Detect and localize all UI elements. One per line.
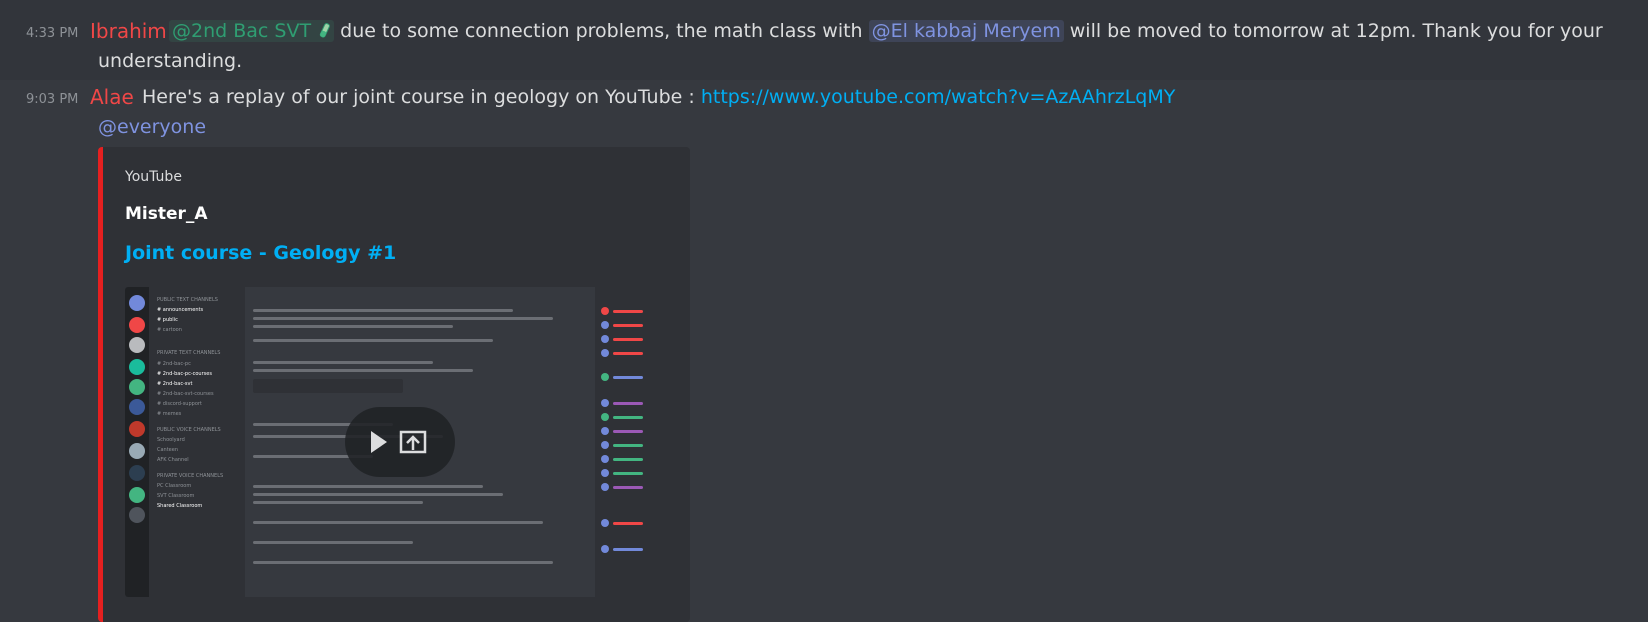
thumb-server-list xyxy=(125,287,149,597)
message-text: Here's a replay of our joint course in g… xyxy=(142,86,695,108)
youtube-embed: YouTube Mister_A Joint course - Geology … xyxy=(98,147,690,622)
embed-provider[interactable]: YouTube xyxy=(125,169,182,185)
message-content: @2nd Bac SVT due to some connection prob… xyxy=(169,20,1603,42)
play-icon[interactable] xyxy=(369,429,389,459)
role-mention[interactable]: @2nd Bac SVT xyxy=(169,20,335,42)
message-text-line2: understanding. xyxy=(98,50,243,72)
thumb-member-list xyxy=(595,287,668,597)
message-alae: 9:03 PM Alae Here's a replay of our join… xyxy=(0,80,1648,622)
message-content: Here's a replay of our joint course in g… xyxy=(142,86,1175,108)
video-play-overlay[interactable] xyxy=(345,407,455,477)
message-author[interactable]: Ibrahim xyxy=(90,19,167,43)
message-text: will be moved to tomorrow at 12pm. Thank… xyxy=(1069,20,1603,42)
test-tube-icon xyxy=(317,22,331,40)
open-external-icon[interactable] xyxy=(399,428,427,460)
embed-author[interactable]: Mister_A xyxy=(125,204,208,224)
thumb-channel-list: PUBLIC TEXT CHANNELS # announcements # p… xyxy=(149,287,245,597)
message-timestamp: 4:33 PM xyxy=(26,26,79,41)
video-thumbnail[interactable]: PUBLIC TEXT CHANNELS # announcements # p… xyxy=(125,287,668,597)
message-timestamp: 9:03 PM xyxy=(26,92,79,107)
message-author[interactable]: Alae xyxy=(90,85,134,109)
embed-title[interactable]: Joint course - Geology #1 xyxy=(125,242,396,264)
user-mention[interactable]: @El kabbaj Meryem xyxy=(868,20,1064,42)
everyone-mention[interactable]: @everyone xyxy=(98,116,206,138)
message-text: due to some connection problems, the mat… xyxy=(340,20,863,42)
message-mention-line: @everyone xyxy=(98,116,206,138)
youtube-link[interactable]: https://www.youtube.com/watch?v=AzAAhrzL… xyxy=(701,86,1176,108)
message-ibrahim: 4:33 PM Ibrahim @2nd Bac SVT due to some… xyxy=(0,0,1648,80)
